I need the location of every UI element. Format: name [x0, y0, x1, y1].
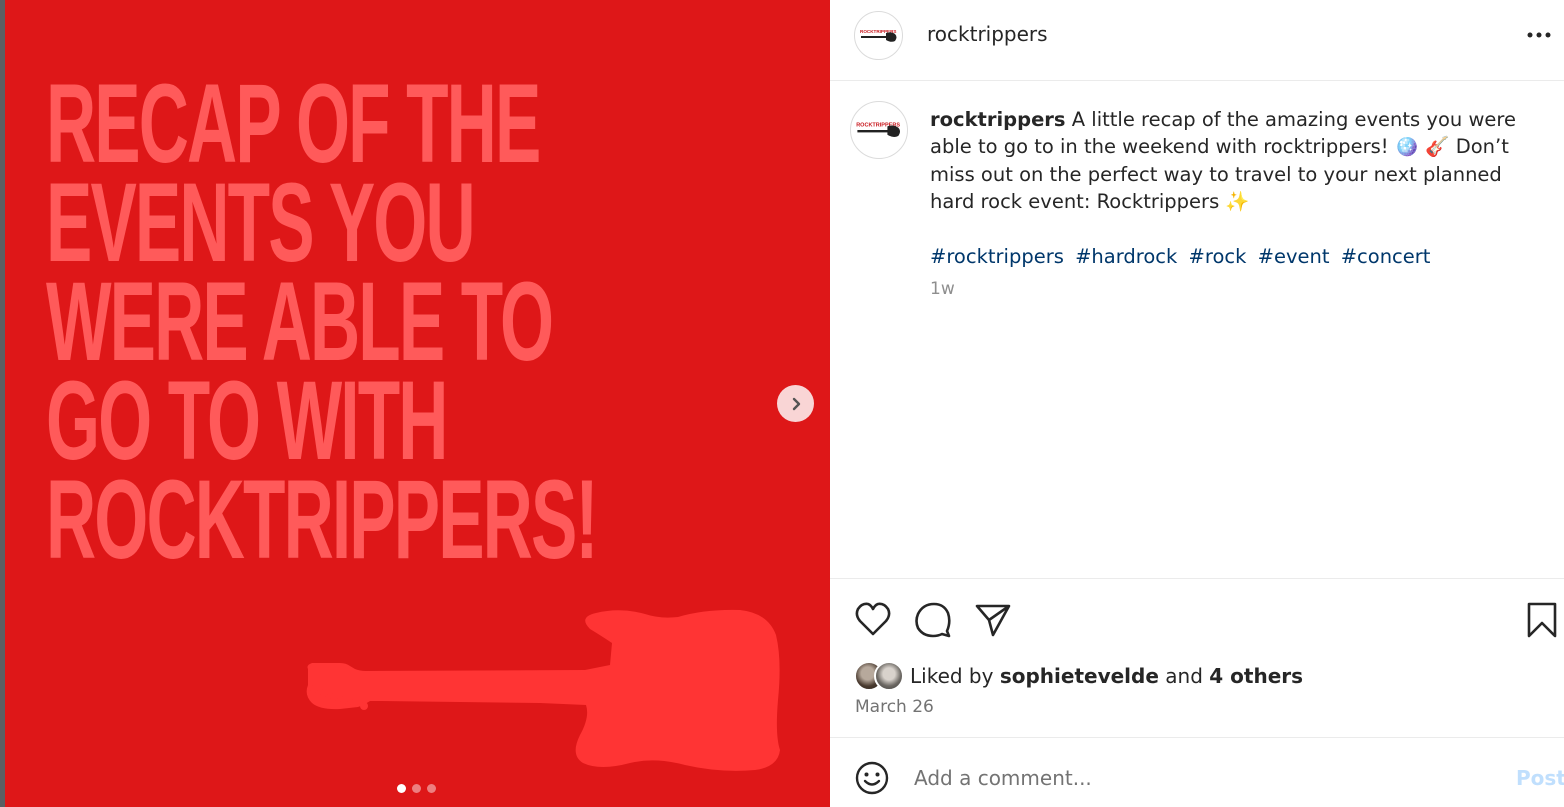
hashtag-list: #rocktrippers #hardrock #rock #event #co…	[930, 243, 1540, 270]
hashtag-link[interactable]: #hardrock	[1075, 245, 1177, 268]
post-side-panel: ROCKTRIPPERS rocktrippers ROCKTRIPPERS r…	[830, 0, 1564, 807]
guitar-illustration	[306, 609, 780, 771]
carousel-dot-active	[397, 784, 406, 793]
caption-avatar[interactable]: ROCKTRIPPERS	[850, 101, 908, 159]
liked-by-label: Liked by	[910, 664, 994, 688]
liker-avatars[interactable]	[854, 661, 904, 691]
headline-line: RECAP OF THE	[46, 61, 541, 186]
more-horizontal-icon[interactable]	[1524, 23, 1554, 47]
chevron-right-icon	[792, 397, 800, 410]
hashtag-link[interactable]: #rocktrippers	[930, 245, 1064, 268]
headline-line: ROCKTRIPPERS!	[46, 457, 599, 582]
heart-icon[interactable]	[853, 600, 893, 640]
bookmark-icon[interactable]	[1522, 600, 1562, 640]
post-media: RECAP OF THE EVENTS YOU WERE ABLE TO GO …	[0, 0, 830, 807]
caption-username[interactable]: rocktrippers	[930, 108, 1066, 131]
comment-icon[interactable]	[913, 600, 953, 640]
post-viewer: RECAP OF THE EVENTS YOU WERE ABLE TO GO …	[0, 0, 1564, 807]
header-username[interactable]: rocktrippers	[927, 22, 1048, 46]
liked-and-label: and	[1165, 664, 1203, 688]
carousel-dot	[427, 784, 436, 793]
post-header: ROCKTRIPPERS rocktrippers	[830, 0, 1564, 81]
liked-by-user[interactable]: sophietevelde	[1000, 664, 1159, 688]
hashtag-link[interactable]: #concert	[1341, 245, 1431, 268]
hashtag-link[interactable]: #rock	[1189, 245, 1247, 268]
rocktrippers-logo: ROCKTRIPPERS	[860, 29, 896, 42]
comment-input[interactable]	[914, 762, 1474, 794]
headline-line: EVENTS YOU	[46, 160, 476, 285]
post-comment-button[interactable]: Post	[1516, 766, 1564, 790]
post-actions: Liked by sophietevelde and 4 others Marc…	[830, 578, 1564, 737]
headline-line: GO TO WITH	[46, 358, 448, 483]
avatar	[874, 661, 904, 691]
carousel-dot	[412, 784, 421, 793]
comment-bar: Post	[830, 737, 1564, 807]
emoji-icon[interactable]	[854, 760, 890, 796]
caption-age[interactable]: 1w	[930, 279, 955, 299]
liked-others-link[interactable]: 4 others	[1209, 664, 1303, 688]
media-headline: RECAP OF THE EVENTS YOU WERE ABLE TO GO …	[46, 68, 599, 576]
carousel-dots	[397, 784, 436, 793]
post-date: March 26	[855, 697, 934, 717]
post-caption: rocktrippers A little recap of the amazi…	[930, 106, 1540, 270]
headline-line: WERE ABLE TO	[46, 259, 554, 384]
hashtag-link[interactable]: #event	[1258, 245, 1330, 268]
next-slide-button[interactable]	[777, 385, 814, 422]
rocktrippers-logo: ROCKTRIPPERS	[856, 122, 900, 137]
media-edge	[0, 0, 5, 807]
share-icon[interactable]	[973, 600, 1013, 640]
likes-summary: Liked by sophietevelde and 4 others	[854, 661, 1303, 691]
avatar[interactable]: ROCKTRIPPERS	[854, 11, 903, 60]
